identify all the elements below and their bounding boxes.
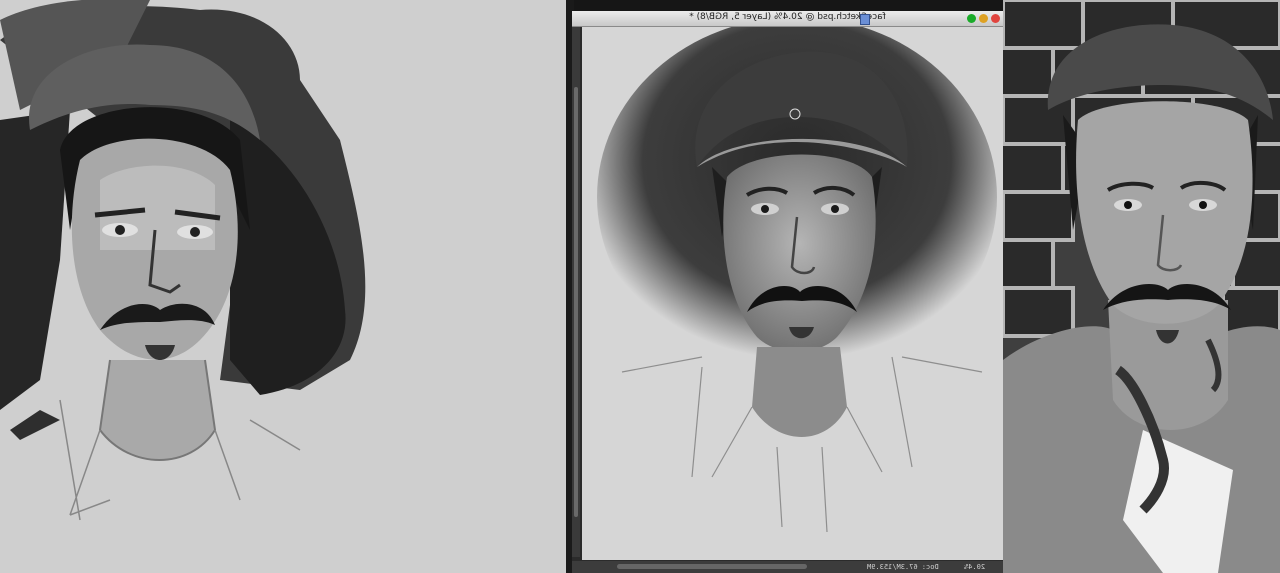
left-sketch-canvas — [0, 0, 566, 573]
zoom-level-label[interactable]: 20.4% — [964, 563, 985, 571]
refined-portrait-painting — [597, 27, 997, 533]
vertical-scrollbar-thumb[interactable] — [574, 87, 578, 517]
reference-photo-image — [1003, 0, 1280, 573]
window-title: faceSketch.psd @ 20.4% (Layer 5, RGB/8) … — [689, 12, 886, 22]
close-icon[interactable] — [991, 14, 1000, 23]
document-canvas[interactable] — [582, 27, 1003, 560]
minimize-icon[interactable] — [979, 14, 988, 23]
vertical-scroll-track[interactable] — [572, 27, 580, 557]
window-titlebar[interactable]: faceSketch.psd @ 20.4% (Layer 5, RGB/8) … — [572, 11, 1003, 27]
horizontal-scrollbar-thumb[interactable] — [617, 564, 807, 569]
photoshop-document-window[interactable]: faceSketch.psd @ 20.4% (Layer 5, RGB/8) … — [572, 11, 1003, 573]
reference-photo — [1003, 0, 1280, 573]
status-bar: Doc: 67.3M/153.9M 20.4% — [572, 561, 1003, 573]
rough-portrait-sketch — [0, 0, 366, 521]
document-icon — [860, 14, 870, 25]
doc-size-label: Doc: 67.3M/153.9M — [867, 563, 939, 571]
maximize-icon[interactable] — [967, 14, 976, 23]
